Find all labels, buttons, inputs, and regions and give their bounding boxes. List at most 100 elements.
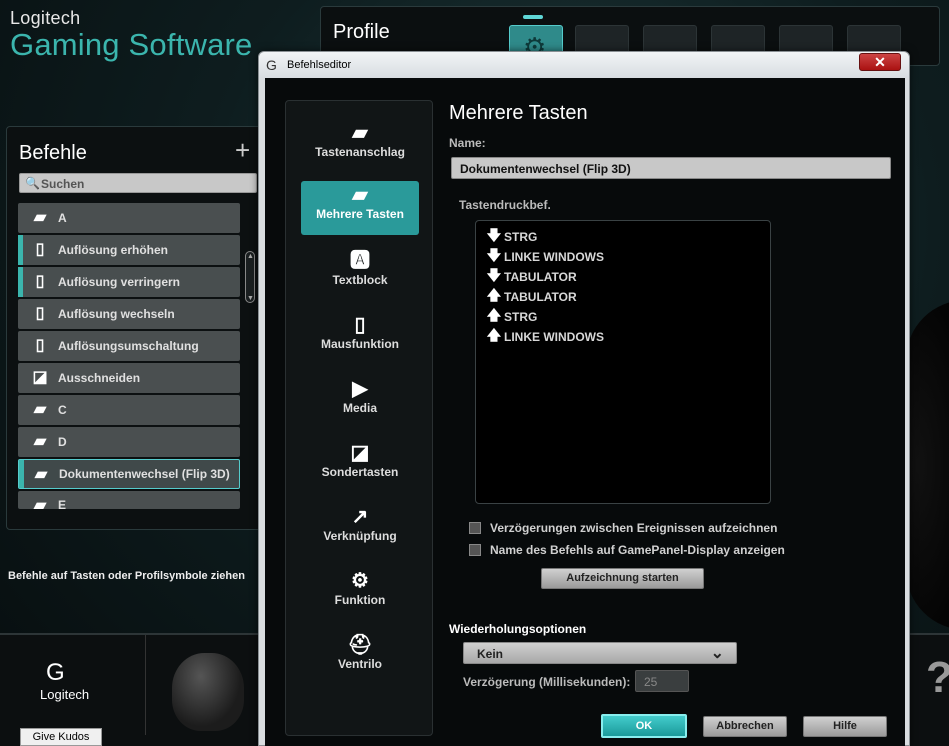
ok-button[interactable]: OK (601, 714, 687, 738)
dialog-title: Befehlseditor (287, 59, 352, 71)
start-recording-button[interactable]: Aufzeichnung starten (541, 568, 704, 589)
keystroke-key: STRG (504, 310, 538, 324)
mouse-icon: ▯ (35, 273, 45, 290)
command-label: Dokumentenwechsel (Flip 3D) (59, 467, 230, 481)
name-field[interactable]: Dokumentenwechsel (Flip 3D) (451, 157, 891, 179)
keystrokes-label: Tastendruckbef. (459, 198, 551, 212)
logitech-logo[interactable]: G Logitech (0, 635, 146, 735)
chevron-down-icon: ⌄ (710, 645, 724, 662)
mouse-icon: ▯ (35, 305, 45, 322)
nav-label: Textblock (332, 273, 388, 287)
key-icon: ▰ (33, 497, 47, 509)
nav-shortcut[interactable]: ↗ Verknüpfung (301, 503, 419, 557)
nav-text-block[interactable]: 🅰 Textblock (301, 247, 419, 301)
command-label: D (58, 435, 67, 449)
key-up-icon: 🡅 (486, 327, 502, 343)
nav-special-keys[interactable]: ◪ Sondertasten (301, 439, 419, 493)
editor-heading: Mehrere Tasten (449, 102, 588, 124)
mouse-device-image[interactable] (172, 653, 244, 731)
cancel-button[interactable]: Abbrechen (703, 716, 787, 737)
commands-title: Befehle (19, 142, 87, 164)
command-item-selected[interactable]: ▰ Dokumentenwechsel (Flip 3D) (18, 459, 240, 489)
command-label: Ausschneiden (58, 371, 141, 385)
multi-key-icon: ▰ (34, 466, 48, 483)
command-label: E (58, 498, 67, 509)
command-list: ▰ A ▯ Auflösung erhöhen ▯ Auflösung verring… (18, 203, 240, 511)
keystroke-row[interactable]: 🡇 LINKE WINDOWS (484, 247, 762, 267)
command-label: Auflösung verringern (58, 275, 181, 289)
brand-line1: Logitech (10, 8, 81, 28)
nav-function[interactable]: ⚙ Funktion (301, 567, 419, 621)
special-key-icon: ◪ (350, 442, 370, 464)
checkbox-label: Verzögerungen zwischen Ereignissen aufze… (490, 521, 778, 535)
help-button[interactable]: Hilfe (803, 716, 887, 737)
search-placeholder: Suchen (41, 177, 85, 191)
checkbox-box[interactable] (469, 544, 481, 556)
commands-panel: Befehle + 🔍 Suchen ▰ A ▯ Auflösung erhöhen… (6, 126, 262, 530)
profile-title: Profile (333, 21, 390, 43)
dialog-body: ▰ Tastenanschlag ▰ Mehrere Tasten 🅰 Textblo… (265, 78, 905, 746)
give-kudos-button[interactable]: Give Kudos (20, 728, 102, 746)
help-icon[interactable]: ? (926, 653, 949, 703)
scroll-down-icon[interactable]: ▼ (247, 295, 254, 302)
nav-label: Sondertasten (321, 465, 399, 479)
name-label: Name: (449, 136, 486, 150)
key-icon: ▰ (33, 209, 47, 226)
key-icon: ▰ (33, 401, 47, 418)
command-item[interactable]: ◪ Ausschneiden (18, 363, 240, 393)
checkbox-label: Name des Befehls auf GamePanel-Display a… (490, 543, 785, 557)
close-button[interactable]: ✕ (859, 53, 901, 71)
nav-media[interactable]: ▶ Media (301, 375, 419, 429)
keystroke-key: TABULATOR (504, 290, 577, 304)
key-icon: ▰ (33, 433, 47, 450)
repeat-options-select[interactable]: Kein ⌄ (463, 642, 737, 664)
nav-label: Media (342, 401, 377, 415)
command-item[interactable]: ▰ E (18, 491, 240, 509)
multi-key-icon: ▰ (352, 184, 368, 206)
nav-label: Mehrere Tasten (316, 207, 404, 221)
keystroke-list[interactable]: 🡇 STRG 🡇 LINKE WINDOWS 🡇 TABULATOR 🡅 TABULAT… (475, 220, 771, 504)
nav-ventrilo[interactable]: ⛑ Ventrilo (301, 631, 419, 685)
command-item[interactable]: ▰ C (18, 395, 240, 425)
search-input[interactable]: 🔍 Suchen (19, 173, 257, 193)
logo-text: Logitech (40, 687, 90, 702)
logitech-mark-icon: G (46, 659, 65, 686)
keystroke-row[interactable]: 🡅 STRG (484, 307, 762, 327)
keystroke-row[interactable]: 🡅 TABULATOR (484, 287, 762, 307)
keystroke-row[interactable]: 🡇 TABULATOR (484, 267, 762, 287)
command-editor-dialog: G Befehlseditor ✕ ▰ Tastenanschlag ▰ Mehre… (258, 51, 910, 746)
command-item[interactable]: ▯ Auflösung erhöhen (18, 235, 240, 265)
record-delays-checkbox[interactable]: Verzögerungen zwischen Ereignissen aufze… (469, 521, 777, 535)
nav-label: Mausfunktion (321, 337, 399, 351)
nav-label: Ventrilo (337, 657, 382, 671)
drag-hint: Befehle auf Tasten oder Profilsymbole zi… (8, 570, 245, 582)
command-label: C (58, 403, 67, 417)
command-item[interactable]: ▰ D (18, 427, 240, 457)
command-item[interactable]: ▯ Auflösung wechseln (18, 299, 240, 329)
checkbox-box[interactable] (469, 522, 481, 534)
command-item[interactable]: ▯ Auflösung verringern (18, 267, 240, 297)
add-command-button[interactable]: + (235, 135, 250, 166)
mouse-function-icon: ▯ (354, 314, 366, 336)
command-label: Auflösung erhöhen (58, 243, 168, 257)
keystroke-key: LINKE WINDOWS (504, 330, 604, 344)
command-item[interactable]: ▯ Auflösungsumschaltung (18, 331, 240, 361)
command-type-nav: ▰ Tastenanschlag ▰ Mehrere Tasten 🅰 Textblo… (285, 100, 433, 736)
play-icon: ▶ (352, 378, 368, 400)
dialog-titlebar[interactable]: G Befehlseditor ✕ (259, 52, 909, 78)
repeat-selected-value: Kein (477, 647, 504, 661)
keystroke-row[interactable]: 🡇 STRG (484, 227, 762, 247)
nav-keystroke[interactable]: ▰ Tastenanschlag (301, 119, 419, 173)
command-label: Auflösungsumschaltung (58, 339, 199, 353)
show-name-display-checkbox[interactable]: Name des Befehls auf GamePanel-Display a… (469, 543, 785, 557)
function-gear-icon: ⚙ (351, 570, 369, 592)
nav-multi-key[interactable]: ▰ Mehrere Tasten (301, 181, 419, 235)
special-key-icon: ◪ (32, 369, 48, 386)
brand-line2: Gaming Software (10, 27, 253, 62)
nav-label: Tastenanschlag (315, 145, 405, 159)
nav-mouse-function[interactable]: ▯ Mausfunktion (301, 311, 419, 365)
keystroke-row[interactable]: 🡅 LINKE WINDOWS (484, 327, 762, 347)
command-item[interactable]: ▰ A (18, 203, 240, 233)
scroll-up-icon[interactable]: ▲ (247, 253, 254, 260)
delay-field[interactable]: 25 (635, 670, 689, 692)
